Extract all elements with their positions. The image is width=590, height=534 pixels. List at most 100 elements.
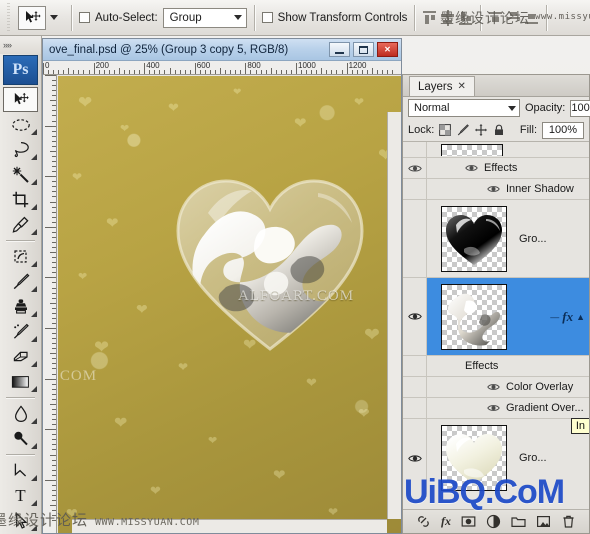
flyout-triangle-icon[interactable] [31, 418, 37, 424]
healing-brush-tool[interactable] [3, 244, 38, 269]
flyout-triangle-icon[interactable] [31, 475, 37, 481]
type-tool[interactable]: T [3, 483, 38, 508]
flyout-triangle-icon[interactable] [31, 261, 37, 267]
fill-field[interactable]: 100% [542, 121, 584, 139]
close-button[interactable]: ✕ [377, 42, 398, 57]
effects-visibility-toggle[interactable] [403, 356, 427, 376]
flyout-triangle-icon[interactable] [31, 154, 37, 160]
tool-preset-picker[interactable] [14, 5, 64, 30]
vertical-ruler[interactable] [43, 75, 57, 533]
flyout-triangle-icon[interactable] [31, 229, 37, 235]
marquee-tool[interactable] [3, 112, 38, 137]
new-layer-button[interactable] [536, 514, 551, 529]
add-layer-style-button[interactable]: fx [441, 514, 451, 529]
layers-list[interactable]: Effects Inner Shadow Gro... — fx ▲ Effec… [403, 141, 589, 509]
horizontal-ruler[interactable]: 0 200 400 600 800 1000 1200 [43, 61, 401, 75]
flyout-triangle-icon[interactable] [31, 286, 37, 292]
flyout-triangle-icon[interactable] [31, 443, 37, 449]
layer-visibility-toggle[interactable] [403, 419, 427, 497]
lasso-icon [14, 142, 29, 158]
layer-effect-item[interactable]: Gradient Over... [403, 398, 589, 419]
layer-style-indicator[interactable]: — fx ▲ [550, 309, 589, 325]
minimize-button[interactable] [329, 42, 350, 57]
options-bar-grip[interactable] [2, 2, 14, 33]
layer-thumbnail-cell[interactable] [427, 205, 507, 272]
gradient-tool[interactable] [3, 369, 38, 394]
distribute-bottom-edges-icon[interactable] [524, 10, 539, 26]
eraser-tool[interactable] [3, 344, 38, 369]
align-bottom-edges-icon[interactable] [458, 10, 473, 26]
brush-tool[interactable] [3, 269, 38, 294]
flyout-triangle-icon[interactable] [31, 204, 37, 210]
tab-layers[interactable]: Layers ✕ [409, 76, 475, 96]
dodge-tool[interactable] [3, 426, 38, 451]
add-layer-mask-button[interactable] [461, 514, 476, 529]
eye-icon[interactable] [465, 163, 478, 173]
distribute-top-edges-icon[interactable] [488, 10, 503, 26]
effects-visibility-toggle[interactable] [403, 158, 427, 178]
layer-effect-item[interactable]: Inner Shadow [403, 179, 589, 200]
flyout-triangle-icon[interactable] [31, 129, 37, 135]
layer-effects-header[interactable]: Effects [403, 356, 589, 377]
move-tool[interactable] [3, 87, 38, 112]
layer-visibility-toggle[interactable] [403, 278, 427, 355]
move-tool-icon[interactable] [18, 5, 46, 30]
crop-tool[interactable] [3, 187, 38, 212]
flyout-triangle-icon[interactable] [31, 386, 37, 392]
magic-wand-tool[interactable] [3, 162, 38, 187]
blur-tool[interactable] [3, 401, 38, 426]
canvas-viewport[interactable]: ❤ ❤ ❤ ❤ ❤ ❤ ❤ ❤ ❤ ❤ ❤ ❤ ❤ ❤ ❤ ❤ ❤ ❤ ❤ ❤ [58, 76, 401, 533]
layer-row-selected[interactable]: — fx ▲ [403, 278, 589, 356]
history-brush-tool[interactable] [3, 319, 38, 344]
layer-thumbnail-cell[interactable] [427, 283, 507, 350]
lasso-tool[interactable] [3, 137, 38, 162]
fx-icon[interactable]: fx [562, 309, 573, 325]
delete-layer-button[interactable] [561, 514, 576, 529]
eye-icon[interactable] [487, 382, 500, 392]
align-top-edges-icon[interactable] [422, 10, 437, 26]
lock-image-pixels-icon[interactable] [457, 124, 470, 136]
layer-visibility-toggle[interactable] [403, 142, 427, 157]
flyout-triangle-icon[interactable] [31, 500, 37, 506]
canvas-vertical-scrollbar[interactable] [387, 112, 401, 519]
restore-button[interactable] [353, 42, 374, 57]
opacity-field[interactable]: 100% [570, 99, 590, 117]
align-vertical-centers-icon[interactable] [440, 9, 455, 26]
chevron-up-icon[interactable]: ▲ [576, 312, 585, 322]
tool-preset-chevron-down-icon[interactable] [50, 15, 58, 20]
flyout-triangle-icon[interactable] [31, 361, 37, 367]
clone-stamp-tool[interactable] [3, 294, 38, 319]
flyout-triangle-icon[interactable] [31, 311, 37, 317]
eye-icon[interactable] [487, 184, 500, 194]
lock-position-icon[interactable] [475, 124, 488, 136]
layer-effect-item[interactable]: Color Overlay [403, 377, 589, 398]
close-icon[interactable]: ✕ [458, 81, 466, 92]
layer-thumbnail-cell[interactable] [427, 143, 503, 156]
show-transform-controls-checkbox[interactable] [261, 12, 273, 23]
eye-icon[interactable] [487, 403, 500, 413]
link-layers-button[interactable] [416, 514, 431, 529]
layer-row[interactable]: Gro... [403, 200, 589, 278]
lock-transparent-pixels-icon[interactable] [439, 124, 452, 136]
new-group-button[interactable] [511, 514, 526, 529]
new-adjustment-layer-button[interactable] [486, 514, 501, 529]
auto-select-dropdown[interactable]: Group [162, 7, 247, 28]
blend-mode-dropdown[interactable]: Normal [408, 99, 520, 117]
document-title-bar[interactable]: ove_final.psd @ 25% (Group 3 copy 5, RGB… [43, 39, 401, 61]
layer-row[interactable] [403, 142, 589, 158]
auto-select-checkbox[interactable] [79, 12, 90, 23]
flyout-triangle-icon[interactable] [31, 336, 37, 342]
flyout-triangle-icon[interactable] [31, 179, 37, 185]
toolbox-header[interactable]: »» [0, 36, 41, 54]
artboard[interactable]: ❤ ❤ ❤ ❤ ❤ ❤ ❤ ❤ ❤ ❤ ❤ ❤ ❤ ❤ ❤ ❤ ❤ ❤ ❤ ❤ [58, 76, 401, 533]
bokeh-heart: ❤ [233, 87, 242, 98]
layer-effects-header[interactable]: Effects [403, 158, 589, 179]
lock-all-icon[interactable] [493, 124, 505, 136]
layer-visibility-toggle[interactable] [403, 200, 427, 277]
pen-tool[interactable] [3, 458, 38, 483]
eyedropper-tool[interactable] [3, 212, 38, 237]
layer-row[interactable]: Gro... [403, 419, 589, 497]
layer-thumbnail-cell[interactable] [427, 425, 507, 491]
chevron-double-right-icon[interactable]: »» [3, 40, 12, 50]
distribute-vertical-centers-icon[interactable] [506, 10, 521, 26]
